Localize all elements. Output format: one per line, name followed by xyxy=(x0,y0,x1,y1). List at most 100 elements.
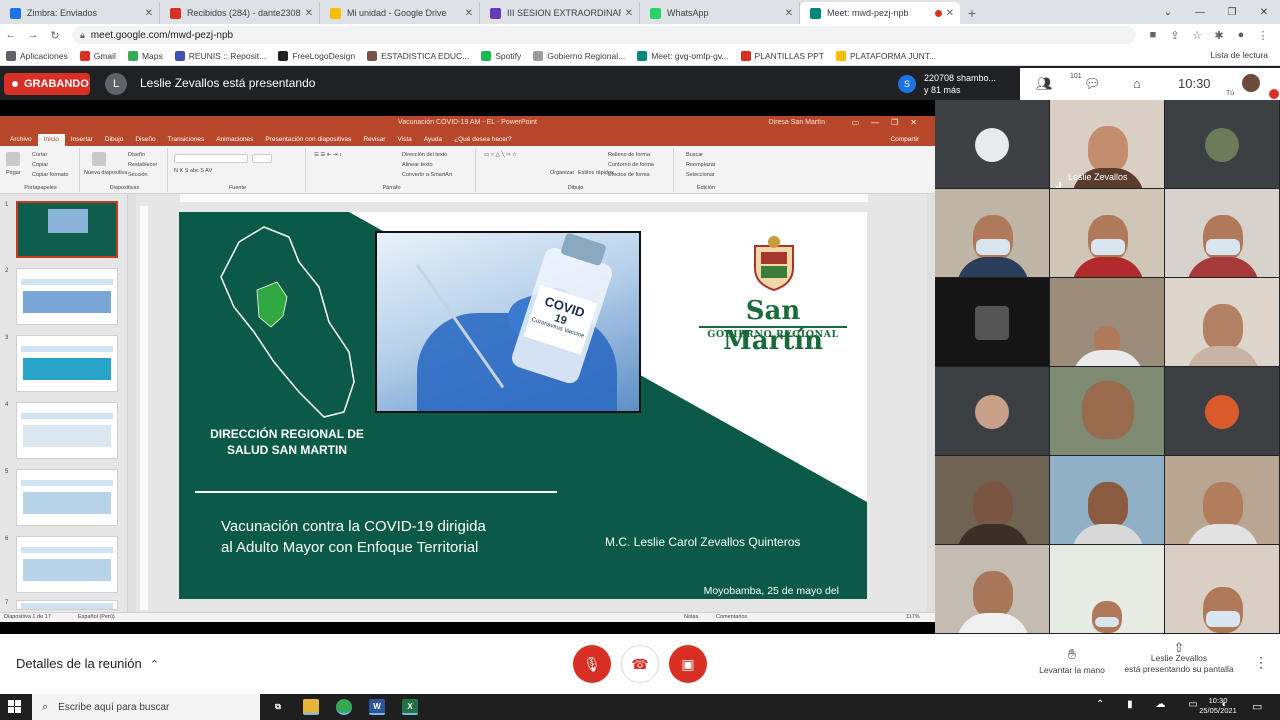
reset-label[interactable]: Restablecer xyxy=(128,162,157,168)
taskbar-search-box[interactable]: ⌕ Escribe aquí para buscar xyxy=(32,694,260,720)
close-tab-icon[interactable]: ✕ xyxy=(785,8,793,19)
camera-icon[interactable]: ■ xyxy=(1142,29,1164,41)
participant-tile[interactable] xyxy=(1165,100,1279,188)
participant-tile[interactable] xyxy=(1165,456,1279,544)
bookmark-item[interactable]: FreeLogoDesign xyxy=(278,50,355,61)
leave-call-button[interactable]: ☎︎ xyxy=(621,645,659,683)
status-comments[interactable]: Comentarios xyxy=(716,614,747,620)
cut-label[interactable]: Cortar xyxy=(32,152,47,158)
font-box[interactable] xyxy=(174,154,248,163)
chrome-icon[interactable] xyxy=(336,699,352,715)
browser-tab[interactable]: Recibidos (284) - dante23081993 ✕ xyxy=(160,2,320,24)
participant-tile[interactable] xyxy=(1050,189,1164,277)
replace-label[interactable]: Reemplazar xyxy=(686,162,716,168)
browser-tab[interactable]: Zimbra: Enviados ✕ xyxy=(0,2,160,24)
tab-search-icon[interactable]: ⌄ xyxy=(1152,7,1184,18)
close-tab-icon[interactable]: ✕ xyxy=(625,8,633,19)
bookmark-item[interactable]: Aplicaciones xyxy=(6,50,68,61)
self-avatar[interactable] xyxy=(1242,74,1260,92)
participant-tile[interactable] xyxy=(935,189,1049,277)
activities-icon[interactable]: ⌂ xyxy=(1133,76,1141,91)
ppt-menu-item[interactable]: Insertar xyxy=(65,134,99,146)
star-icon[interactable]: ☆ xyxy=(1186,29,1208,42)
paste-icon[interactable] xyxy=(6,152,20,166)
profile-icon[interactable]: ● xyxy=(1230,29,1252,41)
ppt-menu-item[interactable]: Presentación con diapositivas xyxy=(259,134,357,146)
participant-tile[interactable] xyxy=(935,545,1049,633)
meeting-details-button[interactable]: Detalles de la reunión ⌃ xyxy=(16,656,159,671)
layout-label[interactable]: Diseño xyxy=(128,152,145,158)
participant-tile-speaking[interactable]: Leslie Zevallos xyxy=(1050,100,1164,188)
arrange-label[interactable]: Organizar xyxy=(550,170,574,176)
bookmark-item[interactable]: Spotify xyxy=(481,50,521,61)
participant-tile[interactable] xyxy=(1165,278,1279,366)
bookmark-item[interactable]: Meet: gvg-omfp-gv... xyxy=(637,50,729,61)
slide-scrollbar[interactable] xyxy=(927,194,935,612)
ppt-menu-item[interactable]: Inicio xyxy=(37,134,65,146)
browser-tab[interactable]: III SESION EXTRAORDINARIA - F ✕ xyxy=(480,2,640,24)
reading-list-button[interactable]: Lista de lectura xyxy=(1210,50,1268,60)
ppt-menu-item[interactable]: ¿Qué desea hacer? xyxy=(448,134,517,146)
presenting-now-button[interactable]: ⇧ Leslie Zevallos está presentando su pant… xyxy=(1118,641,1240,675)
slide-thumbnail-selected[interactable] xyxy=(16,201,118,258)
format-painter-label[interactable]: Copiar formato xyxy=(32,172,68,178)
shape-effects-label[interactable]: Efectos de forma xyxy=(608,172,650,178)
paste-label[interactable]: Pegar xyxy=(6,170,21,176)
slide-thumbnail[interactable] xyxy=(16,268,118,325)
new-tab-button[interactable]: + xyxy=(960,2,984,24)
ppt-menu-item[interactable]: Diseño xyxy=(129,134,161,146)
new-slide-label[interactable]: Nueva diapositiva xyxy=(84,170,127,176)
select-label[interactable]: Seleccionar xyxy=(686,172,715,178)
section-label[interactable]: Sección xyxy=(128,172,148,178)
ppt-menu-item[interactable]: Ayuda xyxy=(418,134,448,146)
url-field[interactable]: 🔒︎ meet.google.com/mwd-pezj-npb xyxy=(72,26,1136,44)
windows-start-icon[interactable] xyxy=(8,700,22,714)
slide-thumbnail[interactable] xyxy=(16,469,118,526)
participant-tile[interactable] xyxy=(935,100,1049,188)
slide-thumbnail[interactable] xyxy=(16,536,118,593)
forward-icon[interactable]: → xyxy=(22,29,44,41)
task-view-icon[interactable]: ⧉ xyxy=(270,699,286,715)
reload-icon[interactable]: ↻ xyxy=(44,29,66,42)
ppt-menu-item[interactable]: Dibujo xyxy=(99,134,129,146)
menu-icon[interactable]: ⋮ xyxy=(1252,29,1274,42)
close-window-icon[interactable]: ✕ xyxy=(1248,7,1280,18)
ppt-menu-item[interactable]: Transiciones xyxy=(162,134,211,146)
raise-hand-button[interactable]: ✋︎ Levantar la mano xyxy=(1030,646,1114,675)
font-style-buttons[interactable]: N K S abc S AV xyxy=(174,168,212,174)
participant-tile[interactable] xyxy=(935,456,1049,544)
browser-tab-active[interactable]: Meet: mwd-pezj-npb ✕ xyxy=(800,2,960,24)
bookmark-item[interactable]: REUNIS :: Reposit... xyxy=(174,50,266,61)
bookmark-item[interactable]: Gobierno Regional... xyxy=(533,50,625,61)
notifications-icon[interactable]: ▭ xyxy=(1252,700,1262,713)
word-icon[interactable]: W xyxy=(369,699,385,715)
status-zoom[interactable]: 117% xyxy=(906,614,920,620)
slide-thumbnail[interactable] xyxy=(16,600,118,610)
thumbnail-scrollbar[interactable] xyxy=(128,194,136,612)
chat-icon[interactable]: 💬︎ xyxy=(1084,76,1101,92)
bookmark-item[interactable]: PLANTILLAS PPT xyxy=(740,50,824,61)
minimize-icon[interactable]: — xyxy=(1184,7,1216,18)
browser-tab[interactable]: Mi unidad - Google Drive ✕ xyxy=(320,2,480,24)
taskbar-clock[interactable]: 10:30 25/05/2021 xyxy=(1196,696,1240,716)
close-tab-icon[interactable]: ✕ xyxy=(465,8,473,19)
ppt-menu-item[interactable]: Vista xyxy=(391,134,417,146)
status-notes[interactable]: Notas xyxy=(684,614,698,620)
copy-label[interactable]: Copiar xyxy=(32,162,48,168)
bookmark-item[interactable]: PLATAFORMA JUNT... xyxy=(835,50,936,61)
participant-tile[interactable] xyxy=(1050,545,1164,633)
bookmark-item[interactable]: Gmail xyxy=(79,50,116,61)
other-participants-box[interactable]: S 220708 shambo... y 81 más xyxy=(892,68,1020,100)
extensions-icon[interactable]: ✱ xyxy=(1208,29,1230,42)
ppt-menu-item[interactable]: Revisar xyxy=(357,134,391,146)
shape-fill-label[interactable]: Relleno de forma xyxy=(608,152,650,158)
new-slide-icon[interactable] xyxy=(92,152,106,166)
browser-tab[interactable]: WhatsApp ✕ xyxy=(640,2,800,24)
status-language[interactable]: Español (Perú) xyxy=(78,614,115,620)
more-options-icon[interactable]: ⋮ xyxy=(1254,654,1268,671)
bullets-buttons[interactable]: ☰ ☰ ⇤ ⇥ ↕ xyxy=(314,152,342,158)
close-tab-icon[interactable]: ✕ xyxy=(946,8,954,19)
smartart-label[interactable]: Convertir a SmartArt xyxy=(402,172,452,178)
back-icon[interactable]: ← xyxy=(0,29,22,41)
microphone-toggle-button[interactable]: 🎙︎ xyxy=(573,645,611,683)
